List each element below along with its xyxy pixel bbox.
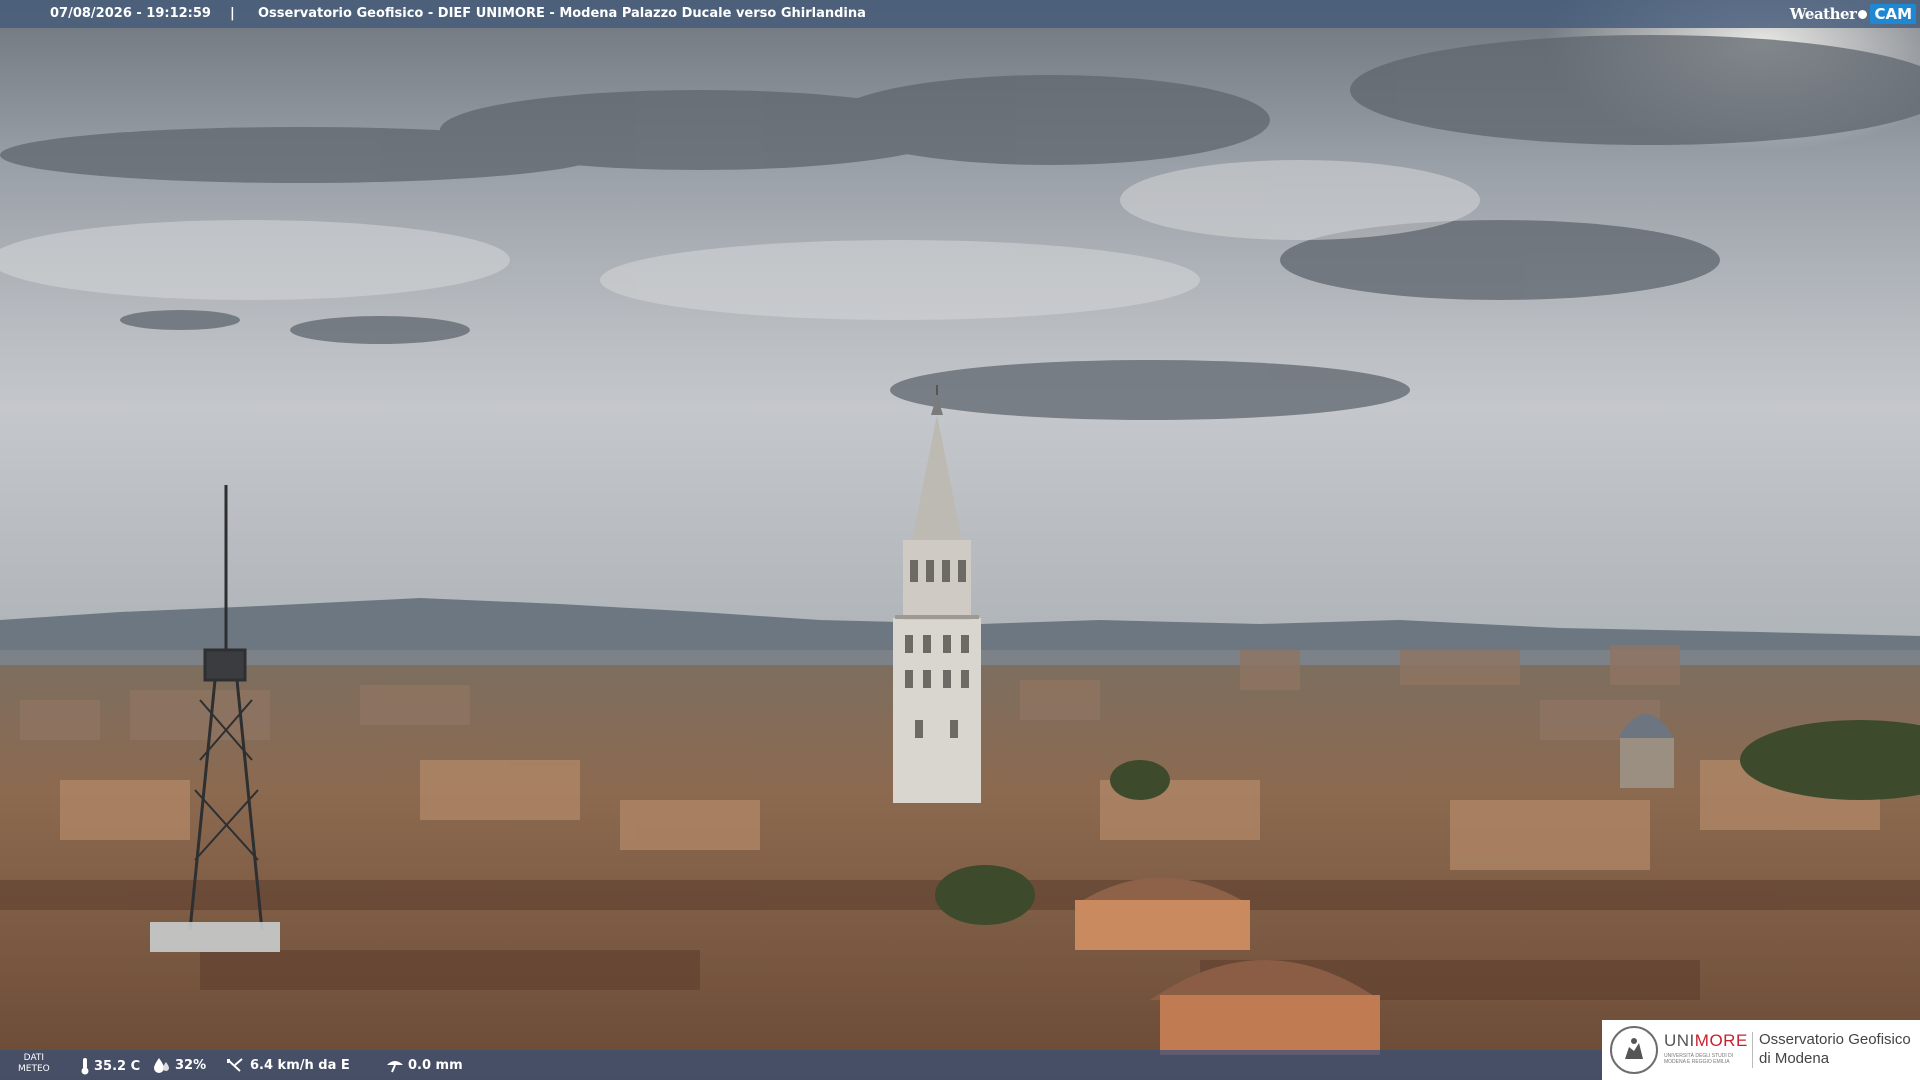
top-info-bar: 07/08/2026 - 19:12:59 | Osservatorio Geo… xyxy=(0,0,1920,28)
wind-reading: 6.4 km/h da E xyxy=(226,1057,350,1073)
humidity-drop-icon xyxy=(154,1058,169,1073)
meteo-label: DATI METEO xyxy=(18,1053,50,1074)
wind-icon xyxy=(227,1058,243,1072)
unimore-wordmark: UNIMORE xyxy=(1664,1031,1748,1050)
brand-cam: CAM xyxy=(1870,4,1916,24)
temperature-reading: 35.2 C xyxy=(80,1057,140,1075)
unimore-subtitle: UNIVERSITÀ DEGLI STUDI DI MODENA E REGGI… xyxy=(1664,1053,1734,1065)
humidity-reading: 32% xyxy=(153,1057,206,1073)
webcam-image xyxy=(0,0,1920,1080)
brand-dot-icon xyxy=(1858,9,1868,19)
weathercam-logo: Weather CAM xyxy=(1790,2,1916,26)
thermometer-icon xyxy=(81,1058,89,1075)
rain-reading: 0.0 mm xyxy=(386,1057,463,1073)
observatory-name: Osservatorio Geofisico di Modena xyxy=(1759,1031,1911,1067)
brand-weather: Weather xyxy=(1789,5,1857,23)
camera-title: Osservatorio Geofisico - DIEF UNIMORE - … xyxy=(258,6,866,21)
meteo-bar: DATI METEO 35.2 C 32% 6.4 km/h da E 0.0 … xyxy=(0,1050,1605,1080)
unimore-logo-box: UNIMORE UNIVERSITÀ DEGLI STUDI DI MODENA… xyxy=(1602,1020,1920,1080)
separator: | xyxy=(230,6,235,21)
timestamp: 07/08/2026 - 19:12:59 xyxy=(50,6,211,21)
rain-icon xyxy=(387,1061,403,1073)
logo-divider xyxy=(1752,1032,1753,1068)
university-seal-icon xyxy=(1610,1026,1658,1074)
